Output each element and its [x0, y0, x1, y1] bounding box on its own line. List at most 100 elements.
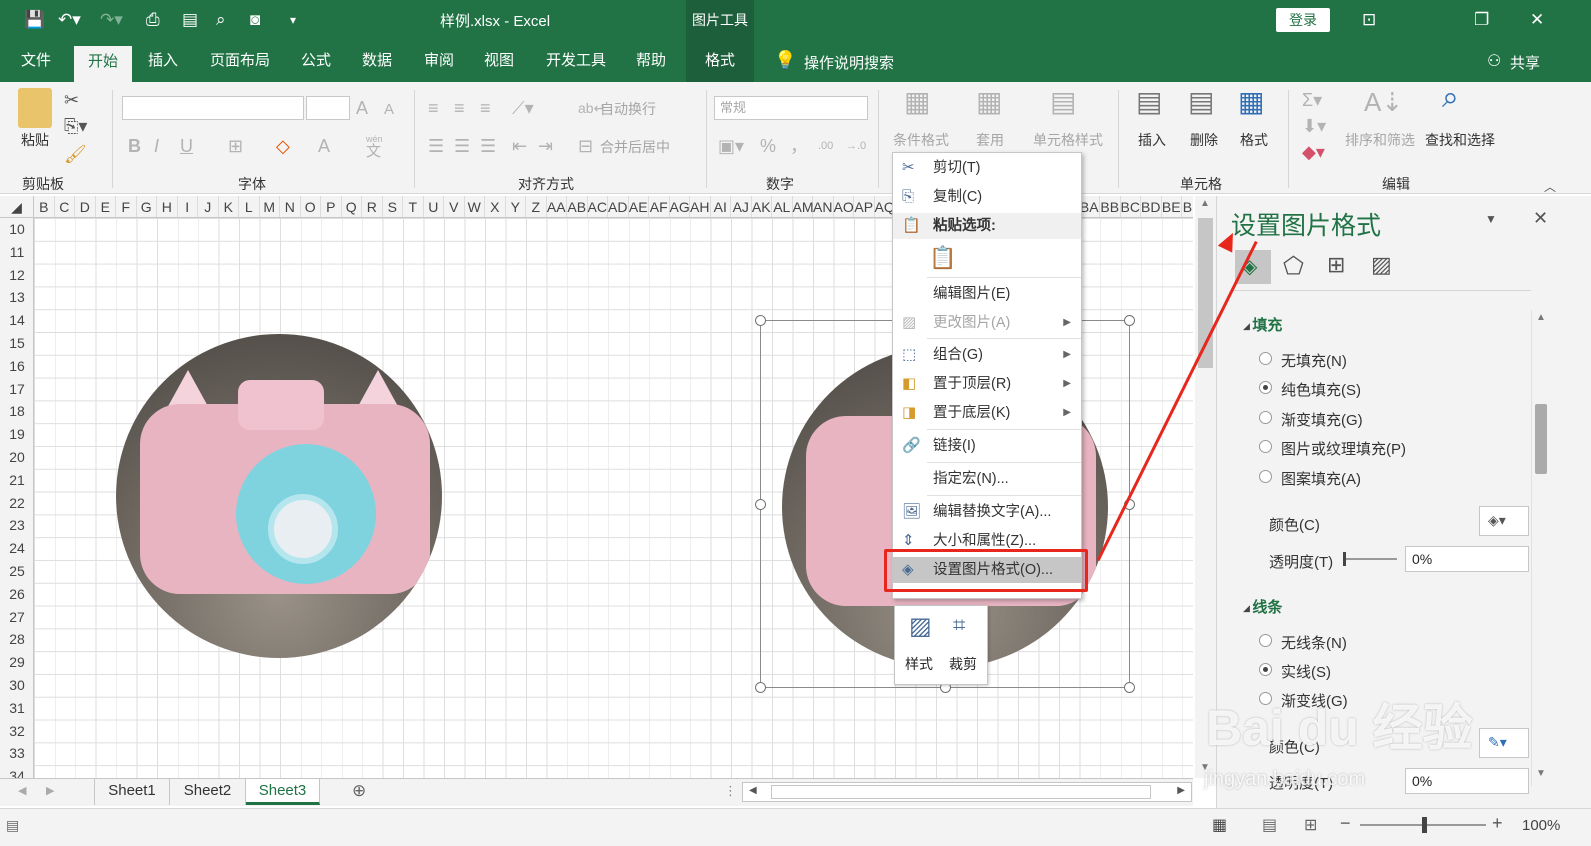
column-header[interactable]: W	[465, 196, 485, 217]
column-header[interactable]: C	[55, 196, 75, 217]
align-top-icon[interactable]: ≡	[428, 98, 439, 118]
row-header[interactable]: 10	[0, 218, 34, 241]
column-header[interactable]: Y	[506, 196, 526, 217]
row-header[interactable]: 31	[0, 697, 34, 720]
close-icon[interactable]: ✕	[1530, 9, 1544, 31]
radio-solid-line[interactable]	[1259, 663, 1272, 676]
fill-color-icon[interactable]: ◇	[276, 136, 290, 156]
column-header[interactable]: AM	[793, 196, 814, 217]
pane-scrollbar[interactable]: ▲ ▼	[1531, 310, 1550, 786]
column-header[interactable]: O	[301, 196, 321, 217]
wrap-text-button[interactable]: 自动换行	[600, 99, 656, 119]
italic-button[interactable]: I	[154, 136, 159, 156]
row-header[interactable]: 19	[0, 423, 34, 446]
tab-page-layout[interactable]: 页面布局	[200, 40, 280, 82]
add-sheet-icon[interactable]: ⊕	[352, 781, 366, 801]
decrease-indent-icon[interactable]: ⇤	[512, 136, 527, 156]
column-header[interactable]: AG	[670, 196, 690, 217]
camera-picture-left[interactable]	[116, 334, 442, 658]
column-header[interactable]: F	[116, 196, 137, 217]
zoom-slider[interactable]	[1360, 817, 1486, 833]
tab-insert[interactable]: 插入	[136, 40, 190, 82]
column-header[interactable]: AL	[772, 196, 793, 217]
restore-icon[interactable]: ❐	[1474, 9, 1489, 31]
row-header[interactable]: 32	[0, 720, 34, 743]
row-header[interactable]: 11	[0, 241, 34, 264]
column-header[interactable]: P	[321, 196, 342, 217]
clipboard-icon[interactable]	[18, 88, 52, 128]
line-section-header[interactable]: 线条	[1243, 596, 1282, 617]
accounting-icon[interactable]: ▣▾	[718, 136, 744, 156]
column-header[interactable]: AJ	[731, 196, 752, 217]
column-header[interactable]: K	[219, 196, 239, 217]
column-header[interactable]: AI	[711, 196, 731, 217]
radio-no-line[interactable]	[1259, 634, 1272, 647]
shrink-font-button[interactable]: A	[384, 100, 394, 120]
bold-button[interactable]: B	[128, 136, 141, 156]
customize-qat-icon[interactable]: ▾	[290, 9, 296, 31]
fill-line-tab[interactable]: ◈	[1235, 250, 1271, 284]
underline-button[interactable]: U	[180, 136, 193, 156]
menu-send-to-back[interactable]: ◨ 置于底层(K) ▶	[893, 400, 1081, 426]
row-header[interactable]: 17	[0, 378, 34, 401]
select-all-corner[interactable]: ◢	[0, 196, 34, 217]
undo-icon[interactable]: ↶▾	[58, 9, 81, 31]
pane-options-icon[interactable]: ▼	[1485, 212, 1497, 226]
row-header[interactable]: 26	[0, 583, 34, 606]
radio-pattern-fill[interactable]	[1259, 470, 1272, 483]
row-header[interactable]: 25	[0, 560, 34, 583]
login-button[interactable]: 登录	[1276, 8, 1330, 32]
column-header[interactable]: V	[444, 196, 465, 217]
align-right-icon[interactable]: ☰	[480, 136, 496, 156]
autosum-icon[interactable]: Σ▾	[1302, 90, 1322, 110]
tab-help[interactable]: 帮助	[624, 40, 678, 82]
column-header[interactable]: AO	[834, 196, 854, 217]
increase-indent-icon[interactable]: ⇥	[538, 136, 553, 156]
menu-link[interactable]: 🔗 链接(I)	[893, 433, 1081, 459]
radio-gradient-fill[interactable]	[1259, 411, 1272, 424]
align-left-icon[interactable]: ☰	[428, 136, 444, 156]
collapse-ribbon-icon[interactable]: ︿	[1544, 178, 1556, 195]
prev-sheet-icon[interactable]: ◀	[18, 784, 26, 797]
conditional-format-button[interactable]: 条件格式	[888, 130, 954, 150]
clear-icon[interactable]: ◆▾	[1302, 142, 1325, 162]
redo-icon[interactable]: ↷▾	[100, 9, 123, 31]
column-header[interactable]: G	[137, 196, 157, 217]
paste-picture-icon[interactable]: 📋	[929, 245, 956, 275]
normal-view-icon[interactable]: ▦	[1212, 815, 1227, 835]
style-button[interactable]: 样式	[905, 654, 933, 674]
resize-handle[interactable]	[1124, 315, 1135, 326]
column-header[interactable]: AF	[649, 196, 670, 217]
row-header[interactable]: 15	[0, 332, 34, 355]
form-icon[interactable]: ▤	[182, 9, 198, 31]
row-header[interactable]: 16	[0, 355, 34, 378]
column-header[interactable]: AN	[813, 196, 834, 217]
font-size-combo[interactable]	[306, 96, 350, 120]
row-header[interactable]: 14	[0, 309, 34, 332]
pane-close-icon[interactable]: ✕	[1533, 208, 1548, 229]
sheet-tab-2[interactable]: Sheet2	[170, 779, 246, 805]
tab-file[interactable]: 文件	[8, 40, 64, 82]
row-header[interactable]: 12	[0, 264, 34, 287]
row-header[interactable]: 28	[0, 628, 34, 651]
column-header[interactable]: T	[403, 196, 424, 217]
style-icon[interactable]: ▨	[909, 612, 932, 641]
column-header[interactable]: AD	[608, 196, 629, 217]
orientation-icon[interactable]: ⟋▾	[512, 98, 534, 118]
tell-me-search[interactable]: 操作说明搜索	[804, 52, 894, 73]
insert-cells-button[interactable]: 插入	[1132, 130, 1172, 150]
merge-center-button[interactable]: 合并后居中	[600, 137, 670, 157]
comma-button[interactable]: ，	[790, 136, 808, 156]
grow-font-button[interactable]: A	[356, 98, 368, 118]
font-color-button[interactable]: A	[318, 136, 330, 156]
print-preview-icon[interactable]: ⌕	[216, 9, 226, 31]
column-header[interactable]: BE	[1162, 196, 1182, 217]
resize-handle[interactable]	[755, 315, 766, 326]
column-header[interactable]: U	[424, 196, 444, 217]
format-cells-button[interactable]: 格式	[1234, 130, 1274, 150]
crop-button[interactable]: 裁剪	[949, 654, 977, 674]
row-header[interactable]: 18	[0, 400, 34, 423]
row-header[interactable]: 20	[0, 446, 34, 469]
sheet-tab-3[interactable]: Sheet3	[246, 779, 320, 805]
borders-icon[interactable]: ⊞	[228, 136, 243, 156]
